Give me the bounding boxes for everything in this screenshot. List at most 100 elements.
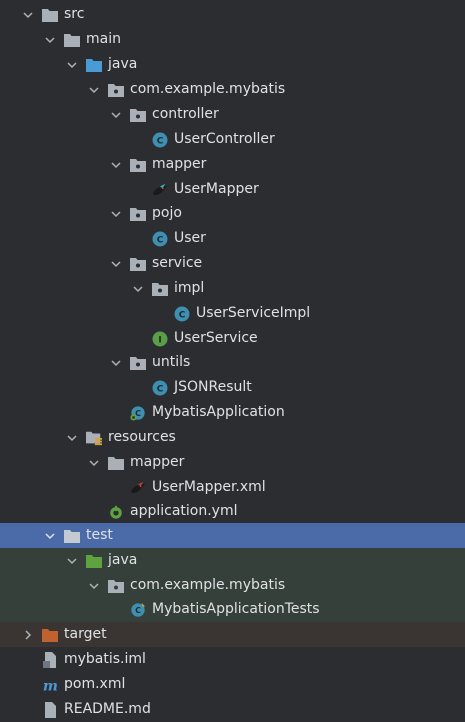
tree-node-label: UserServiceImpl bbox=[196, 305, 311, 321]
chevron-down-icon[interactable] bbox=[64, 553, 80, 569]
class-icon: C bbox=[152, 132, 168, 148]
tree-node-package-main[interactable]: com.example.mybatis bbox=[0, 77, 465, 102]
tree-node-json-result[interactable]: C JSONResult bbox=[0, 375, 465, 400]
svg-text:C: C bbox=[157, 384, 164, 394]
tree-node-label: JSONResult bbox=[174, 379, 252, 395]
svg-text:m: m bbox=[43, 678, 58, 693]
chevron-down-icon[interactable] bbox=[42, 528, 58, 544]
tree-node-controller[interactable]: controller bbox=[0, 102, 465, 127]
svg-text:C: C bbox=[157, 136, 164, 146]
class-icon: C bbox=[152, 380, 168, 396]
resources-folder-icon bbox=[86, 430, 102, 446]
tree-node-label: impl bbox=[174, 280, 205, 296]
tree-node-label: User bbox=[174, 230, 206, 246]
folder-icon bbox=[108, 455, 124, 471]
tree-node-user-controller[interactable]: C UserController bbox=[0, 127, 465, 152]
package-icon bbox=[130, 206, 146, 222]
tree-node-label: target bbox=[64, 626, 107, 642]
tree-node-mybatis-iml[interactable]: mybatis.iml bbox=[0, 647, 465, 672]
svg-text:C: C bbox=[135, 606, 141, 615]
tree-node-untils[interactable]: untils bbox=[0, 350, 465, 375]
chevron-down-icon[interactable] bbox=[42, 32, 58, 48]
tree-node-mybatis-application-tests[interactable]: C MybatisApplicationTests bbox=[0, 597, 465, 622]
chevron-right-icon[interactable] bbox=[20, 627, 36, 643]
interface-icon: I bbox=[152, 331, 168, 347]
tree-node-label: UserMapper.xml bbox=[152, 479, 266, 495]
tree-node-label: java bbox=[108, 552, 138, 568]
tree-node-label: com.example.mybatis bbox=[130, 81, 286, 97]
class-icon: C bbox=[174, 306, 190, 322]
chevron-down-icon[interactable] bbox=[108, 107, 124, 123]
tree-node-label: UserController bbox=[174, 131, 275, 147]
tree-node-package-test[interactable]: com.example.mybatis bbox=[0, 573, 465, 598]
package-icon bbox=[130, 355, 146, 371]
tree-node-test-java[interactable]: java bbox=[0, 548, 465, 573]
package-icon bbox=[130, 256, 146, 272]
test-source-folder-icon bbox=[86, 553, 102, 569]
tree-node-src[interactable]: src bbox=[0, 2, 465, 27]
spring-config-icon bbox=[108, 504, 124, 520]
tree-node-user[interactable]: C User bbox=[0, 226, 465, 251]
package-icon bbox=[152, 281, 168, 297]
svg-text:C: C bbox=[157, 235, 164, 245]
tree-node-target[interactable]: target bbox=[0, 622, 465, 647]
package-icon bbox=[130, 107, 146, 123]
tree-node-user-mapper-xml[interactable]: UserMapper.xml bbox=[0, 475, 465, 500]
chevron-down-icon[interactable] bbox=[86, 82, 102, 98]
module-file-icon bbox=[42, 651, 58, 668]
tree-node-user-mapper[interactable]: UserMapper bbox=[0, 177, 465, 202]
folder-icon bbox=[64, 528, 80, 544]
tree-node-service[interactable]: service bbox=[0, 251, 465, 276]
chevron-down-icon[interactable] bbox=[64, 57, 80, 73]
tree-node-label: UserMapper bbox=[174, 181, 259, 197]
tree-node-test[interactable]: test bbox=[0, 523, 465, 548]
chevron-down-icon[interactable] bbox=[64, 430, 80, 446]
tree-node-label: README.md bbox=[64, 701, 151, 717]
maven-icon: m bbox=[42, 677, 58, 693]
tree-node-resources[interactable]: resources bbox=[0, 425, 465, 450]
chevron-down-icon[interactable] bbox=[86, 578, 102, 594]
chevron-down-icon[interactable] bbox=[108, 157, 124, 173]
tree-node-label: mapper bbox=[152, 156, 207, 172]
tree-node-label: java bbox=[108, 56, 138, 72]
package-icon bbox=[108, 578, 124, 594]
tree-node-user-service[interactable]: I UserService bbox=[0, 326, 465, 351]
chevron-down-icon[interactable] bbox=[108, 256, 124, 272]
chevron-down-icon[interactable] bbox=[86, 455, 102, 471]
tree-node-label: pom.xml bbox=[64, 676, 126, 692]
markdown-file-icon bbox=[42, 701, 58, 718]
tree-node-readme[interactable]: README.md bbox=[0, 697, 465, 722]
tree-node-label: application.yml bbox=[130, 503, 238, 519]
chevron-down-icon[interactable] bbox=[130, 281, 146, 297]
tree-node-impl[interactable]: impl bbox=[0, 276, 465, 301]
tree-node-label: com.example.mybatis bbox=[130, 577, 286, 593]
svg-text:I: I bbox=[158, 335, 161, 345]
chevron-down-icon[interactable] bbox=[108, 355, 124, 371]
mybatis-xml-icon bbox=[130, 480, 146, 496]
tree-node-pom-xml[interactable]: m pom.xml bbox=[0, 672, 465, 697]
tree-node-label: untils bbox=[152, 354, 191, 370]
svg-text:C: C bbox=[179, 310, 186, 320]
tree-node-label: resources bbox=[108, 429, 176, 445]
project-tree: src main java com.example.mybatis contro… bbox=[0, 0, 465, 718]
excluded-folder-icon bbox=[42, 627, 58, 643]
spring-boot-class-icon: C bbox=[130, 405, 146, 421]
tree-node-mybatis-application[interactable]: C MybatisApplication bbox=[0, 400, 465, 425]
tree-node-label: src bbox=[64, 6, 85, 22]
tree-node-java[interactable]: java bbox=[0, 52, 465, 77]
chevron-down-icon[interactable] bbox=[20, 7, 36, 23]
tree-node-label: mybatis.iml bbox=[64, 651, 146, 667]
tree-node-resources-mapper[interactable]: mapper bbox=[0, 450, 465, 475]
tree-node-label: test bbox=[86, 527, 113, 543]
source-folder-icon bbox=[86, 57, 102, 73]
tree-node-label: pojo bbox=[152, 205, 182, 221]
tree-node-main[interactable]: main bbox=[0, 27, 465, 52]
chevron-down-icon[interactable] bbox=[108, 206, 124, 222]
tree-node-label: controller bbox=[152, 106, 219, 122]
tree-node-pojo[interactable]: pojo bbox=[0, 201, 465, 226]
class-icon: C bbox=[152, 231, 168, 247]
tree-node-mapper[interactable]: mapper bbox=[0, 152, 465, 177]
tree-node-application-yml[interactable]: application.yml bbox=[0, 499, 465, 524]
tree-node-label: service bbox=[152, 255, 203, 271]
tree-node-user-service-impl[interactable]: C UserServiceImpl bbox=[0, 301, 465, 326]
